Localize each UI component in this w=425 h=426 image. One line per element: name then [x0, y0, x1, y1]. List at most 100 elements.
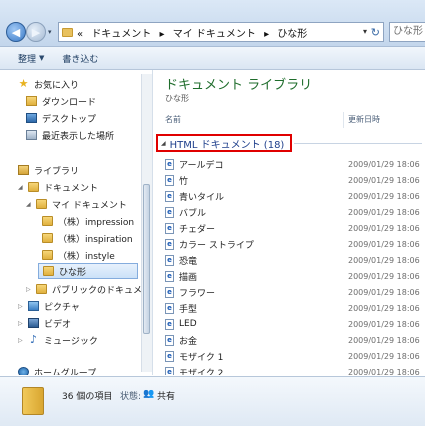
nav-label: ひな形 [59, 267, 87, 278]
html-file-icon: e [165, 350, 174, 362]
file-date: 2009/01/29 18:06 [348, 191, 420, 201]
nav-label: デスクトップ [42, 114, 97, 125]
forward-button[interactable]: ▶ [26, 22, 46, 42]
address-dropdown-icon[interactable]: ▾ [363, 27, 367, 36]
nav-folder-inspiration[interactable]: （株）inspiration [42, 230, 133, 246]
nav-homegroup[interactable]: ホームグループ [18, 364, 96, 375]
videos-icon [28, 318, 39, 328]
file-name: LED [179, 319, 197, 329]
group-header[interactable]: ◢ HTML ドキュメント (18) [156, 134, 292, 152]
file-row[interactable]: e 青いタイル 2009/01/29 18:06 [153, 188, 425, 204]
nav-my-documents[interactable]: ◢ マイ ドキュメント [26, 196, 127, 212]
file-date: 2009/01/29 18:06 [348, 223, 420, 233]
expand-arrow-icon[interactable]: ◢ [26, 201, 34, 208]
file-name: チェダー [179, 224, 216, 235]
nav-label: マイ ドキュメント [52, 200, 127, 211]
breadcrumb-separator[interactable]: ▸ [160, 29, 165, 40]
file-date: 2009/01/29 18:06 [348, 271, 420, 281]
file-row[interactable]: e 恐竜 2009/01/29 18:06 [153, 252, 425, 268]
nav-folder-instyle[interactable]: （株）instyle [42, 247, 115, 263]
nav-libraries[interactable]: ライブラリ [18, 162, 79, 178]
nav-label: ドキュメント [44, 183, 99, 194]
file-row[interactable]: e LED 2009/01/29 18:06 [153, 316, 425, 332]
file-name: モザイク 1 [179, 352, 224, 363]
file-row[interactable]: e フラワー 2009/01/29 18:06 [153, 284, 425, 300]
breadcrumb-hinagata[interactable]: ひな形 [277, 29, 307, 40]
recent-places-icon [26, 130, 37, 140]
nav-documents[interactable]: ◢ ドキュメント [18, 179, 98, 195]
nav-label: ダウンロード [42, 97, 97, 108]
organize-button[interactable]: 整理 ▼ [18, 52, 44, 65]
nav-public-documents[interactable]: ▷ パブリックのドキュメン [26, 281, 151, 297]
file-date: 2009/01/29 18:06 [348, 303, 420, 313]
folder-icon [22, 387, 44, 415]
file-row[interactable]: e モザイク 2 2009/01/29 18:06 [153, 364, 425, 375]
nav-music[interactable]: ▷ ♪ ミュージック [18, 332, 98, 348]
expand-arrow-icon[interactable]: ◢ [18, 184, 26, 191]
expand-arrow-icon[interactable]: ▷ [18, 337, 26, 344]
breadcrumb-documents[interactable]: ドキュメント [91, 29, 151, 40]
file-row[interactable]: e お金 2009/01/29 18:06 [153, 332, 425, 348]
nav-label: （株）instyle [58, 251, 115, 262]
file-row[interactable]: e 手型 2009/01/29 18:06 [153, 300, 425, 316]
folder-icon [36, 284, 47, 294]
expand-arrow-icon[interactable]: ▷ [26, 286, 34, 293]
nav-folder-hinagata[interactable]: ひな形 [38, 263, 138, 279]
file-row[interactable]: e モザイク 1 2009/01/29 18:06 [153, 348, 425, 364]
html-file-icon: e [165, 318, 174, 330]
address-field[interactable]: « ドキュメント ▸ マイ ドキュメント ▸ ひな形 ▾ ↻ [58, 22, 384, 42]
html-file-icon: e [165, 254, 174, 266]
file-name: アールデコ [179, 160, 224, 171]
breadcrumb-my-documents[interactable]: マイ ドキュメント [173, 29, 256, 40]
nav-label: ピクチャ [44, 302, 80, 313]
file-row[interactable]: e チェダー 2009/01/29 18:06 [153, 220, 425, 236]
expand-arrow-icon[interactable]: ▷ [18, 303, 26, 310]
chevron-down-icon: ▼ [39, 54, 45, 62]
collapse-arrow-icon[interactable]: ◢ [161, 140, 166, 147]
back-button[interactable]: ◀ [6, 22, 26, 42]
column-header-name[interactable]: 名前 [165, 112, 181, 128]
file-name: カラー ストライプ [179, 240, 254, 251]
nav-scrollbar[interactable] [141, 74, 152, 372]
file-row[interactable]: e バブル 2009/01/29 18:06 [153, 204, 425, 220]
html-file-icon: e [165, 238, 174, 250]
search-input[interactable]: ひな形 [389, 22, 425, 42]
file-name: モザイク 2 [179, 368, 224, 376]
refresh-icon[interactable]: ↻ [371, 26, 380, 39]
nav-favorites[interactable]: ★ お気に入り [18, 76, 79, 92]
breadcrumb-separator[interactable]: ▸ [264, 29, 269, 40]
nav-downloads[interactable]: ダウンロード [26, 93, 96, 109]
nav-scrollbar-thumb[interactable] [143, 184, 150, 334]
file-date: 2009/01/29 18:06 [348, 175, 420, 185]
file-row[interactable]: e アールデコ 2009/01/29 18:06 [153, 156, 425, 172]
html-file-icon: e [165, 366, 174, 375]
folder-icon [43, 266, 54, 276]
nav-videos[interactable]: ▷ ビデオ [18, 315, 71, 331]
file-date: 2009/01/29 18:06 [348, 319, 420, 329]
nav-label: パブリックのドキュメン [52, 285, 152, 296]
content-pane: ドキュメント ライブラリ ひな形 名前 更新日時 ◢ HTML ドキュメント (… [153, 70, 425, 375]
nav-desktop[interactable]: デスクトップ [26, 110, 96, 126]
column-header-date[interactable]: 更新日時 [348, 112, 380, 128]
music-icon: ♪ [29, 333, 38, 346]
nav-folder-impression[interactable]: （株）impression [42, 213, 134, 229]
nav-label: お気に入り [34, 80, 80, 91]
file-row[interactable]: e 描画 2009/01/29 18:06 [153, 268, 425, 284]
file-row[interactable]: e 竹 2009/01/29 18:06 [153, 172, 425, 188]
file-row[interactable]: e カラー ストライプ 2009/01/29 18:06 [153, 236, 425, 252]
command-bar: 整理 ▼ 書き込む [0, 47, 425, 70]
column-divider[interactable] [343, 112, 344, 128]
nav-label: ミュージック [44, 336, 98, 347]
nav-pictures[interactable]: ▷ ピクチャ [18, 298, 80, 314]
html-file-icon: e [165, 206, 174, 218]
burn-button[interactable]: 書き込む [62, 52, 98, 65]
nav-label: （株）impression [58, 217, 135, 228]
folder-icon [42, 250, 53, 260]
libraries-icon [18, 165, 29, 175]
breadcrumb-overflow[interactable]: « [77, 29, 83, 40]
html-file-icon: e [165, 190, 174, 202]
nav-recent[interactable]: 最近表示した場所 [26, 127, 114, 143]
group-label: HTML ドキュメント (18) [169, 139, 285, 151]
recent-pages-dropdown[interactable]: ▾ [48, 28, 52, 36]
expand-arrow-icon[interactable]: ▷ [18, 320, 26, 327]
